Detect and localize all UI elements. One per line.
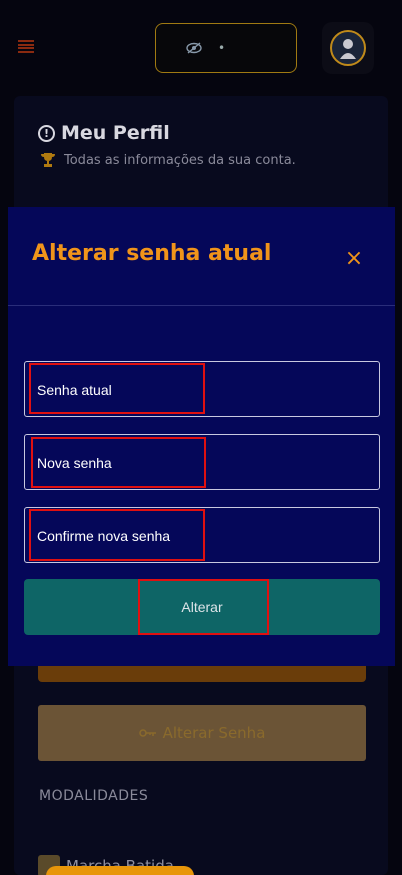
- balance-value: •: [218, 41, 226, 55]
- change-password-label: Alterar Senha: [162, 724, 266, 742]
- page-subtitle: Todas as informações da sua conta.: [40, 152, 296, 168]
- balance-display[interactable]: •: [155, 23, 297, 73]
- change-password-button[interactable]: Alterar Senha: [38, 705, 366, 761]
- hamburger-menu-icon[interactable]: [18, 40, 34, 53]
- key-icon: [138, 724, 157, 742]
- modalities-heading: MODALIDADES: [39, 788, 149, 804]
- highlight-box: [138, 579, 269, 635]
- trophy-icon: [40, 152, 56, 168]
- modal-divider: [8, 305, 395, 306]
- top-bar: •: [0, 0, 402, 95]
- avatar-button[interactable]: [322, 22, 374, 74]
- avatar: [330, 30, 366, 66]
- info-icon: !: [38, 124, 55, 142]
- highlight-box: [29, 363, 205, 414]
- modal-title: Alterar senha atual: [32, 241, 272, 266]
- page-title: ! Meu Perfil: [38, 122, 170, 144]
- highlight-box: [29, 509, 205, 561]
- close-icon[interactable]: ×: [344, 248, 364, 270]
- profile-section-strip: [38, 664, 366, 682]
- page-subtitle-text: Todas as informações da sua conta.: [64, 152, 296, 168]
- eye-off-icon[interactable]: [186, 42, 202, 54]
- page-title-text: Meu Perfil: [61, 122, 170, 144]
- change-password-modal: Alterar senha atual × Senha atual Nova s…: [8, 207, 395, 666]
- highlight-box: [31, 437, 206, 488]
- bottom-action-pill[interactable]: [46, 866, 194, 875]
